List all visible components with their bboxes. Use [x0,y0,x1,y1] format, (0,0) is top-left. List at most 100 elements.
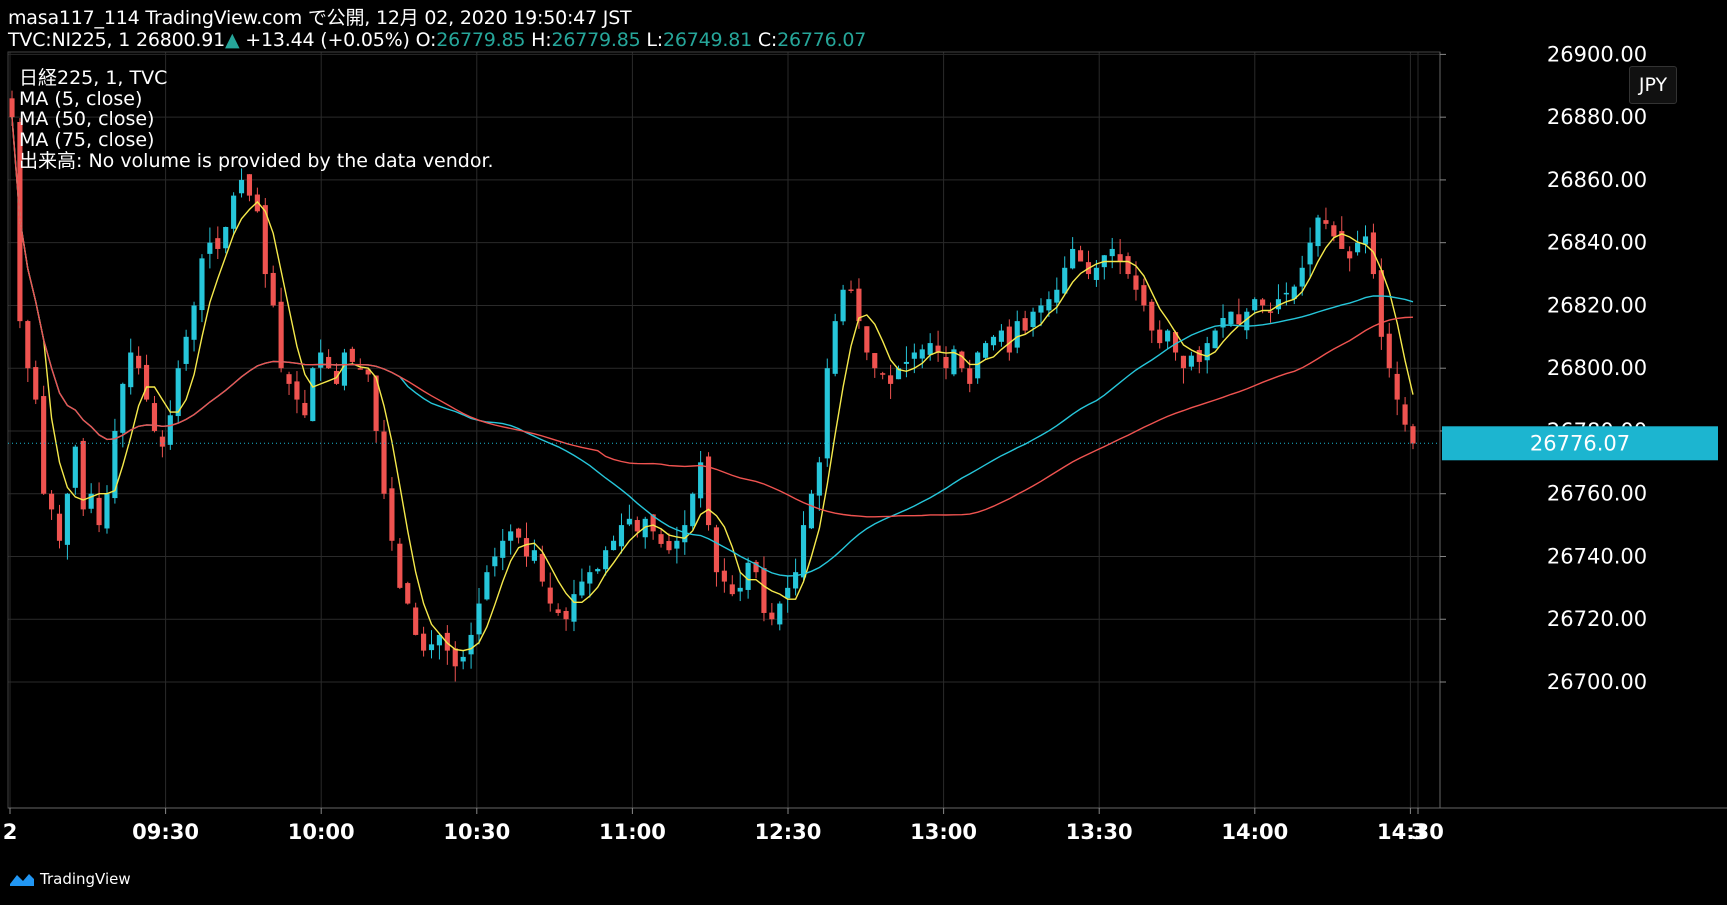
candle-body [983,343,989,358]
candle-body [25,321,31,369]
candle-body [183,336,189,364]
candle-body [500,540,506,558]
candle-body [389,488,395,541]
candle-body [880,373,886,375]
candle-body [120,383,126,433]
candle-body [516,528,522,538]
candle-body [9,98,15,118]
ma75-line [11,117,1414,518]
candle-body [476,603,482,635]
candle-body [104,493,110,529]
candle-body [223,226,229,249]
candle-body [278,301,284,369]
y-tick-label: 26760.00 [1547,482,1647,506]
candle-body [745,562,751,590]
candle-body [943,356,949,369]
y-tick-label: 26800.00 [1547,356,1647,380]
indicator-legend: 日経225, 1, TVC MA (5, close) MA (50, clos… [19,68,494,171]
candle-body [919,349,925,359]
candle-body [1188,355,1194,367]
candle-body [1212,330,1218,349]
candle-body [579,581,585,596]
candle-body [761,568,767,613]
candle-body [1133,275,1139,290]
candle-body [1355,242,1361,253]
candle-body [1386,333,1392,369]
y-tick-label: 26860.00 [1547,168,1647,192]
legend-ma50: MA (50, close) [19,108,155,131]
candle-body [1006,326,1012,353]
candle-body [808,493,815,529]
candle-body [294,381,300,400]
candle-body [990,336,997,346]
x-tick-label: 13:00 [910,820,977,844]
candle-body [428,644,435,651]
candle-body [349,348,355,362]
candle-body [555,609,561,613]
candle-body [41,396,47,494]
candle-body [64,493,70,545]
candle-body [785,587,791,599]
candle-body [302,402,308,416]
candle-body [151,403,158,431]
current-price-label: 26776.07 [1530,431,1630,455]
moving-averages [11,117,1414,652]
candle-body [967,368,973,384]
candle-body [1228,311,1234,325]
candle-body [128,352,134,388]
legend-ma5: MA (5, close) [19,87,143,110]
candle-body [136,355,142,369]
candle-body [238,179,245,194]
x-tick-label: 3 [1411,820,1426,844]
candle-body [903,361,909,364]
ma50-line [11,117,1414,577]
candle-body [777,603,783,625]
x-tick-label: 10:00 [288,820,355,844]
candle-body [246,174,253,196]
candle-body [49,493,55,510]
candle-body [1109,248,1115,257]
candle-body [167,415,173,445]
candle-body [1149,301,1155,331]
candle-body [1315,217,1321,247]
candle-body [587,572,593,584]
candle-body [421,633,427,651]
candle-body [191,305,197,340]
candle-body [397,543,403,588]
ma5-line [11,117,1414,652]
candle-body [800,525,807,578]
candles [9,90,1416,682]
candle-body [413,607,419,635]
candle-body [1014,321,1020,348]
candle-body [199,258,205,311]
candle-body [1062,267,1068,294]
candle-body [1046,299,1052,311]
candle-body [690,493,696,527]
candle-body [492,556,498,567]
candle-body [824,368,830,459]
x-tick-label: 10:30 [443,820,510,844]
candle-body [1141,285,1147,306]
candle-body [626,518,632,525]
y-tick-label: 26880.00 [1547,105,1647,129]
candle-body [1323,220,1329,224]
candle-body [793,572,799,589]
candle-body [848,289,854,291]
candle-body [1125,256,1131,275]
candle-body [531,550,537,561]
candle-body [1252,299,1258,311]
tradingview-logo-icon [10,874,34,886]
candle-body [357,368,363,370]
y-tick-label: 26700.00 [1547,670,1647,694]
currency-button[interactable]: JPY [1629,66,1677,104]
candle-body [547,587,553,604]
candle-body [112,430,118,499]
candle-body [1038,305,1044,313]
candle-body [769,612,775,620]
candle-body [872,353,878,369]
candle-body [1204,343,1210,361]
candle-body [1180,355,1187,369]
candle-body [864,326,870,353]
candle-body [713,527,720,573]
candle-body [563,610,569,620]
